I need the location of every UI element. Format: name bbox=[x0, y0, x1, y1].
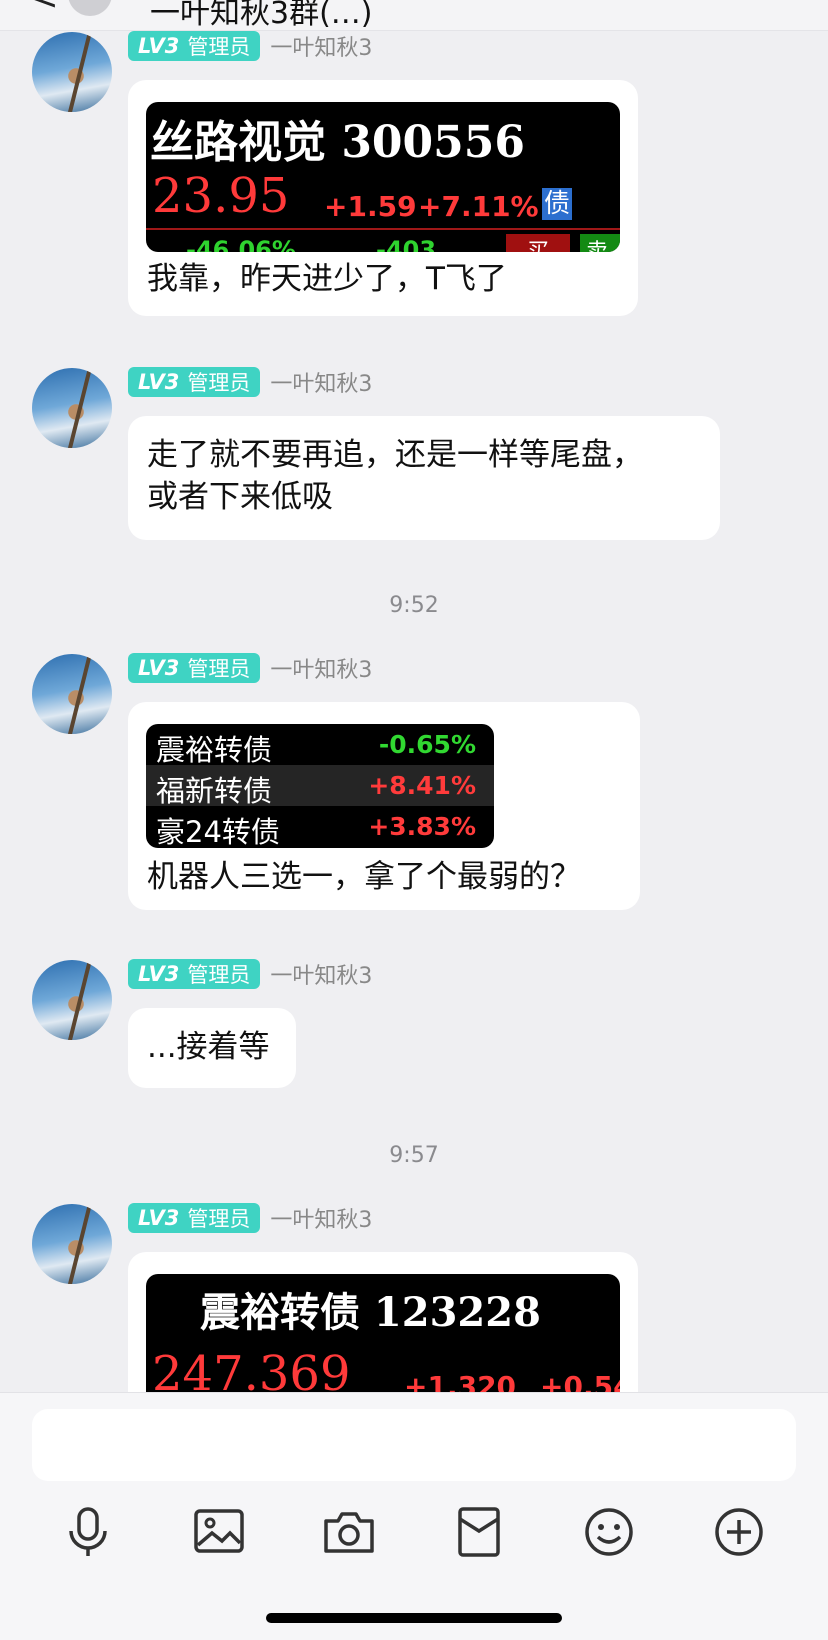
level-badge: LV3 管理员 bbox=[128, 653, 261, 683]
stock-quote-image[interactable]: 丝路视觉 300556 23.95 +1.59 +7.11% 债 -46.06%… bbox=[146, 102, 620, 252]
sell-tag: 卖 bbox=[580, 234, 620, 252]
message-bubble[interactable]: 震裕转债 123228 247.369 +1.320 +0.54 bbox=[128, 1252, 638, 1392]
divider bbox=[146, 228, 620, 230]
level-badge: LV3 管理员 bbox=[128, 959, 261, 989]
bond-change: -0.65% bbox=[378, 730, 476, 759]
sender-name[interactable]: 一叶知秋3 bbox=[270, 30, 372, 62]
avatar[interactable] bbox=[32, 1204, 112, 1284]
top-bar: < 一叶知秋3群(…) bbox=[0, 0, 828, 31]
avatar[interactable] bbox=[32, 368, 112, 448]
message-input[interactable] bbox=[32, 1409, 796, 1481]
sender-name[interactable]: 一叶知秋3 bbox=[270, 652, 372, 684]
message-text-line-2: 或者下来低吸 bbox=[147, 479, 333, 515]
sender-name[interactable]: 一叶知秋3 bbox=[270, 366, 372, 398]
avatar[interactable] bbox=[32, 654, 112, 734]
image-icon[interactable] bbox=[192, 1505, 246, 1559]
stock-change-pct: +0.54 bbox=[540, 1370, 620, 1392]
bond-change: +3.83% bbox=[368, 812, 476, 841]
sender-meta: LV3 管理员 一叶知秋3 bbox=[128, 1202, 372, 1234]
microphone-icon[interactable] bbox=[61, 1505, 115, 1559]
avatar[interactable] bbox=[32, 960, 112, 1040]
message-bubble[interactable]: 丝路视觉 300556 23.95 +1.59 +7.11% 债 -46.06%… bbox=[128, 80, 638, 316]
sender-meta: LV3 管理员 一叶知秋3 bbox=[128, 366, 372, 398]
stock-change-pct: +7.11% bbox=[418, 190, 539, 223]
level-badge: LV3 管理员 bbox=[128, 31, 261, 61]
stock-price: 247.369 bbox=[152, 1346, 351, 1392]
group-avatar bbox=[68, 0, 112, 16]
bond-name: 福新转债 bbox=[156, 774, 273, 808]
bond-name: 豪24转债 bbox=[156, 815, 280, 848]
stock-change: +1.59 bbox=[324, 190, 417, 223]
message-text-line-1: 走了就不要再追，还是一样等尾盘， bbox=[147, 437, 643, 473]
level-badge: LV3 管理员 bbox=[128, 1203, 261, 1233]
camera-icon[interactable] bbox=[322, 1505, 376, 1559]
sender-meta: LV3 管理员 一叶知秋3 bbox=[128, 30, 372, 62]
emoji-icon[interactable] bbox=[582, 1505, 636, 1559]
message-bubble[interactable]: 走了就不要再追，还是一样等尾盘， 或者下来低吸 bbox=[128, 416, 720, 540]
bond-name: 震裕转债 bbox=[156, 733, 273, 767]
stock-quote-image[interactable]: 震裕转债 123228 247.369 +1.320 +0.54 bbox=[146, 1274, 620, 1392]
chat-area[interactable]: LV3 管理员 一叶知秋3 丝路视觉 300556 23.95 +1.59 +7.… bbox=[0, 30, 828, 1392]
chat-title: 一叶知秋3群(…) bbox=[150, 0, 373, 31]
sender-meta: LV3 管理员 一叶知秋3 bbox=[128, 958, 372, 990]
input-area bbox=[0, 1392, 828, 1640]
message-bubble[interactable]: ...接着等 bbox=[128, 1008, 296, 1088]
stock-row2-pct: -46.06% bbox=[186, 236, 296, 252]
bond-row: 福新转债 +8.41% bbox=[146, 765, 494, 808]
stock-row2-val: -403 bbox=[376, 236, 437, 252]
home-indicator bbox=[266, 1613, 562, 1623]
back-icon[interactable]: < bbox=[30, 0, 59, 18]
avatar[interactable] bbox=[32, 32, 112, 112]
timestamp: 9:57 bbox=[389, 1143, 439, 1168]
bond-row: 震裕转债 -0.65% bbox=[146, 724, 494, 767]
message-text: 机器人三选一，拿了个最弱的？ bbox=[147, 859, 581, 895]
sender-meta: LV3 管理员 一叶知秋3 bbox=[128, 652, 372, 684]
stock-price: 23.95 bbox=[152, 168, 290, 224]
bond-table-image[interactable]: 震裕转债 -0.65% 福新转债 +8.41% 豪24转债 +3.83% bbox=[146, 724, 494, 848]
sender-name[interactable]: 一叶知秋3 bbox=[270, 1202, 372, 1234]
level-badge: LV3 管理员 bbox=[128, 367, 261, 397]
message-text: ...接着等 bbox=[147, 1029, 270, 1065]
stock-change: +1.320 bbox=[404, 1370, 517, 1392]
plus-icon[interactable] bbox=[712, 1505, 766, 1559]
redpacket-icon[interactable] bbox=[452, 1505, 506, 1559]
bond-tag: 债 bbox=[542, 188, 572, 220]
stock-name-code: 丝路视觉 300556 bbox=[150, 117, 526, 168]
sender-name[interactable]: 一叶知秋3 bbox=[270, 958, 372, 990]
stock-name-code: 震裕转债 123228 bbox=[200, 1289, 541, 1336]
message-text: 我靠，昨天进少了，T飞了 bbox=[147, 261, 507, 297]
buy-tag: 买 bbox=[506, 234, 570, 252]
bond-change: +8.41% bbox=[368, 771, 476, 800]
message-bubble[interactable]: 震裕转债 -0.65% 福新转债 +8.41% 豪24转债 +3.83% 机器人… bbox=[128, 702, 640, 910]
bond-row: 豪24转债 +3.83% bbox=[146, 806, 494, 848]
timestamp: 9:52 bbox=[389, 593, 439, 618]
